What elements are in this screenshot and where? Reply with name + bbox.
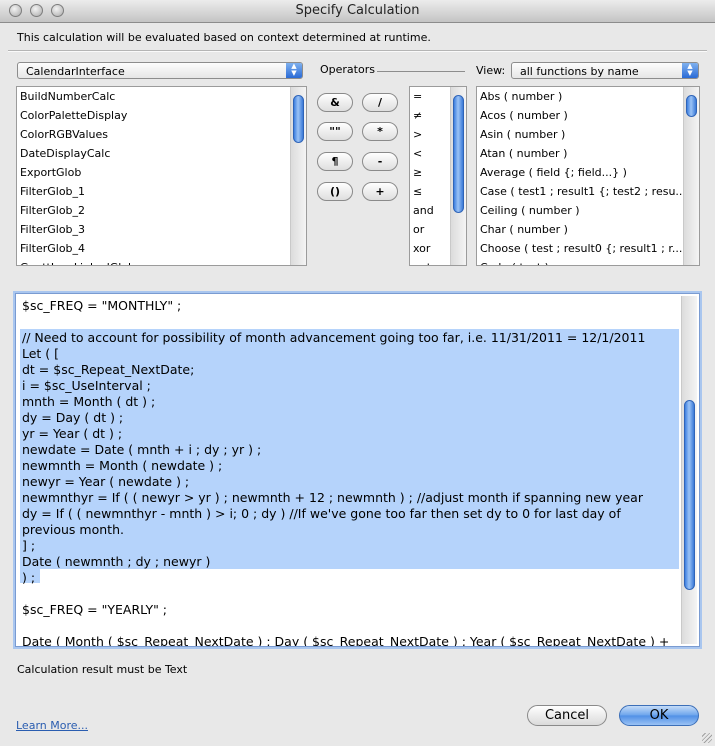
function-list-scroll-thumb[interactable] [686, 95, 697, 117]
view-selector-value: all functions by name [520, 65, 639, 78]
field-list-item[interactable]: FilterGlob_4 [17, 239, 306, 258]
field-list-item[interactable]: FilterGlob_1 [17, 182, 306, 201]
field-list-item[interactable]: ColorRGBValues [17, 125, 306, 144]
function-list-item[interactable]: Average ( field {; field...} ) [477, 163, 699, 182]
code-line: Date ( Month ( $sc_Repeat_NextDate ) ; D… [22, 634, 670, 647]
operators-label-rule [377, 71, 465, 72]
code-line: mnth = Month ( dt ) ; [22, 394, 156, 409]
table-selector-value: CalendarInterface [26, 65, 125, 78]
function-list-item[interactable]: Acos ( number ) [477, 106, 699, 125]
code-line: dy = If ( ( newmnthyr - mnth ) > i; 0 ; … [22, 506, 621, 521]
operator-button-pilcrow[interactable]: ¶ [317, 152, 353, 171]
function-list[interactable]: Abs ( number ) Acos ( number ) Asin ( numb… [476, 86, 700, 266]
operator-button-divide[interactable]: / [362, 93, 398, 112]
code-line: $sc_FREQ = "YEARLY" ; [22, 602, 168, 617]
code-line: yr = Year ( dt ) ; [22, 426, 123, 441]
code-line: // Need to account for possibility of mo… [22, 330, 646, 345]
code-line: i = $sc_UseInterval ; [22, 378, 151, 393]
ok-button[interactable]: OK [619, 705, 699, 726]
code-line: newyr = Year ( newdate ) ; [22, 474, 190, 489]
result-type-text: Calculation result must be Text [17, 663, 188, 676]
code-line: $sc_FREQ = "MONTHLY" ; [22, 298, 182, 313]
function-list-item[interactable]: Case ( test1 ; result1 {; test2 ; resu..… [477, 182, 699, 201]
field-list-item[interactable]: DateDisplayCalc [17, 144, 306, 163]
code-line: newmnthyr = If ( ( newyr > yr ) ; newmnt… [22, 490, 643, 505]
code-line: newdate = Date ( mnth + i ; dy ; yr ) ; [22, 442, 262, 457]
up-down-arrows-icon: ▲ ▼ [682, 63, 698, 78]
field-list-item[interactable]: ExportGlob [17, 163, 306, 182]
window-title: Specify Calculation [295, 3, 420, 18]
field-list-scroll-thumb[interactable] [293, 95, 304, 143]
field-list-scrollbar[interactable] [290, 87, 306, 265]
operator-list[interactable]: =≠><≥≤andorxornot [409, 86, 467, 266]
cancel-button[interactable]: Cancel [527, 705, 607, 726]
function-list-item[interactable]: Asin ( number ) [477, 125, 699, 144]
operator-button-plus[interactable]: + [362, 182, 398, 201]
operator-list-scrollbar[interactable] [450, 87, 466, 265]
code-line: newmnth = Month ( newdate ) ; [22, 458, 223, 473]
title-bar: Specify Calculation [0, 0, 715, 23]
divider [8, 50, 707, 52]
view-selector-popup[interactable]: all functions by name ▲ ▼ [511, 62, 699, 79]
function-list-item[interactable]: Abs ( number ) [477, 87, 699, 106]
field-list-item[interactable]: FilterGlob_2 [17, 201, 306, 220]
operators-label: Operators [320, 63, 375, 76]
operator-button-ampersand[interactable]: & [317, 93, 353, 112]
table-selector-popup[interactable]: CalendarInterface ▲ ▼ [17, 62, 303, 79]
field-list-item[interactable]: GanttIconLinkedGlob [17, 258, 306, 265]
learn-more-link[interactable]: Learn More... [16, 719, 88, 732]
code-line: Let ( [ [22, 346, 60, 361]
operator-list-scroll-thumb[interactable] [453, 95, 464, 213]
field-list[interactable]: BuildNumberCalc ColorPaletteDisplay ColorR… [16, 86, 307, 266]
function-list-item[interactable]: Char ( number ) [477, 220, 699, 239]
up-down-arrows-icon: ▲ ▼ [286, 63, 302, 78]
view-label: View: [476, 64, 506, 77]
code-line: dt = $sc_Repeat_NextDate; [22, 362, 195, 377]
function-list-item[interactable]: Code ( text ) [477, 258, 699, 265]
field-list-item[interactable]: BuildNumberCalc [17, 87, 306, 106]
operator-button-minus[interactable]: - [362, 152, 398, 171]
calculation-editor[interactable]: $sc_FREQ = "MONTHLY" ; // Need to account… [15, 293, 700, 647]
context-description: This calculation will be evaluated based… [17, 31, 431, 44]
field-list-item[interactable]: ColorPaletteDisplay [17, 106, 306, 125]
function-list-scrollbar[interactable] [683, 87, 699, 265]
code-line: ) ; [22, 570, 36, 585]
field-list-item[interactable]: FilterGlob_3 [17, 220, 306, 239]
editor-scroll-thumb[interactable] [684, 400, 695, 590]
code-line: dy = Day ( dt ) ; [22, 410, 124, 425]
operator-button-parentheses[interactable]: () [317, 182, 353, 201]
operator-button-multiply[interactable]: * [362, 122, 398, 141]
code-line: ] ; [22, 538, 36, 553]
code-line: Date ( newmnth ; dy ; newyr ) [22, 554, 211, 569]
code-line: previous month. [22, 522, 124, 537]
function-list-item[interactable]: Ceiling ( number ) [477, 201, 699, 220]
operator-button-quotes[interactable]: "" [317, 122, 353, 141]
editor-scrollbar[interactable] [681, 296, 697, 644]
function-list-item[interactable]: Choose ( test ; result0 {; result1 ; r..… [477, 239, 699, 258]
resize-grip-icon[interactable] [702, 733, 712, 743]
function-list-item[interactable]: Atan ( number ) [477, 144, 699, 163]
